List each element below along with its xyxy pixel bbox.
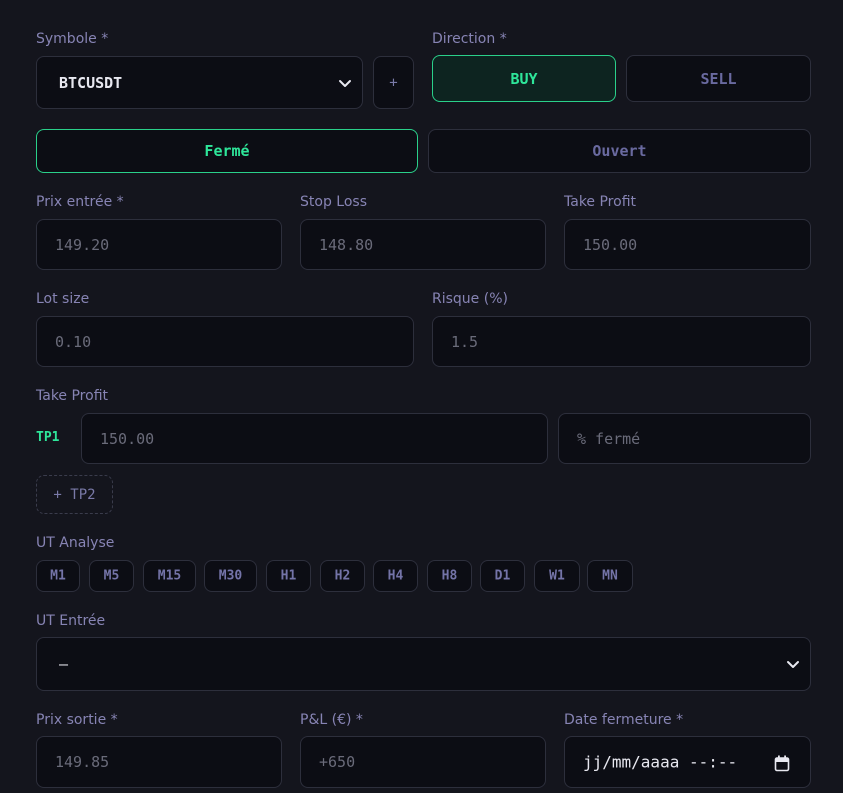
entry-price-input[interactable]: 149.20 [36, 219, 282, 270]
risk-input[interactable]: 1.5 [432, 316, 811, 367]
ut-option-label: D1 [494, 568, 511, 584]
ut-option-h4[interactable]: H4 [373, 560, 418, 592]
lot-size-input[interactable]: 0.10 [36, 316, 414, 367]
ut-option-label: H2 [334, 568, 351, 584]
ut-option-m15[interactable]: M15 [143, 560, 196, 592]
ut-option-label: H1 [280, 568, 297, 584]
ut-option-label: W1 [549, 568, 565, 584]
ut-option-label: M30 [218, 568, 243, 584]
calendar-icon[interactable] [774, 755, 790, 772]
buy-label: BUY [510, 69, 538, 88]
tp1-percent-placeholder: % fermé [577, 429, 641, 448]
take-profits-label: Take Profit [36, 388, 109, 404]
chevron-down-icon [787, 661, 799, 668]
ut-option-h2[interactable]: H2 [320, 560, 365, 592]
risk-value: 1.5 [451, 332, 479, 351]
take-profit-main-label: Take Profit [564, 194, 637, 210]
exit-price-input[interactable]: 149.85 [36, 736, 282, 788]
ut-option-d1[interactable]: D1 [480, 560, 525, 592]
ut-option-mn[interactable]: MN [587, 560, 633, 592]
ut-option-label: M15 [157, 568, 182, 584]
lot-size-value: 0.10 [55, 332, 92, 351]
ut-analysis-label: UT Analyse [36, 535, 115, 551]
stop-loss-label: Stop Loss [300, 194, 367, 210]
entry-price-label: Prix entrée * [36, 194, 124, 210]
sell-label: SELL [700, 69, 737, 88]
tp1-price-input[interactable]: 150.00 [81, 413, 548, 464]
ut-option-label: M1 [50, 568, 66, 584]
tp1-percent-input[interactable]: % fermé [558, 413, 811, 464]
stop-loss-input[interactable]: 148.80 [300, 219, 546, 270]
symbol-select[interactable]: BTCUSDT [36, 56, 363, 109]
pnl-value: +650 [319, 753, 356, 771]
ut-option-h1[interactable]: H1 [266, 560, 311, 592]
stop-loss-value: 148.80 [319, 235, 374, 254]
sell-button[interactable]: SELL [626, 55, 811, 102]
ut-option-label: MN [602, 568, 618, 584]
close-date-label: Date fermeture * [564, 712, 684, 728]
ut-option-label: H4 [387, 568, 404, 584]
pnl-label: P&L (€) * [300, 712, 363, 728]
add-tp-button[interactable]: + TP2 [36, 475, 113, 514]
ut-option-label: H8 [441, 568, 458, 584]
add-symbol-button[interactable]: + [373, 56, 414, 109]
ut-option-w1[interactable]: W1 [534, 560, 580, 592]
tp1-tag: TP1 [36, 430, 60, 445]
ut-option-label: M5 [103, 568, 120, 584]
ut-entry-label: UT Entrée [36, 613, 106, 629]
ut-entry-value: — [59, 655, 69, 673]
ut-option-m30[interactable]: M30 [204, 560, 257, 592]
direction-label: Direction * [432, 31, 507, 47]
add-tp-label: + TP2 [53, 486, 96, 503]
close-date-input[interactable]: jj/mm/aaaa --:-- [564, 736, 811, 788]
add-symbol-label: + [389, 74, 398, 91]
tp1-price-value: 150.00 [100, 429, 155, 448]
ut-option-m5[interactable]: M5 [89, 560, 134, 592]
ut-option-h8[interactable]: H8 [427, 560, 472, 592]
ut-option-m1[interactable]: M1 [36, 560, 80, 592]
close-date-value: jj/mm/aaaa --:-- [583, 752, 738, 772]
chevron-down-icon [339, 79, 351, 87]
take-profit-main-value: 150.00 [583, 235, 638, 254]
exit-price-label: Prix sortie * [36, 712, 118, 728]
ut-entry-select[interactable]: — [36, 637, 811, 691]
status-closed-label: Fermé [204, 142, 250, 160]
lot-size-label: Lot size [36, 291, 90, 307]
symbol-value: BTCUSDT [59, 73, 123, 92]
risk-label: Risque (%) [432, 291, 508, 307]
exit-price-value: 149.85 [55, 753, 110, 771]
status-closed-button[interactable]: Fermé [36, 129, 418, 173]
symbol-label: Symbole * [36, 31, 109, 47]
status-open-label: Ouvert [592, 142, 647, 160]
entry-price-value: 149.20 [55, 235, 110, 254]
buy-button[interactable]: BUY [432, 55, 616, 102]
pnl-input[interactable]: +650 [300, 736, 546, 788]
status-open-button[interactable]: Ouvert [428, 129, 811, 173]
take-profit-main-input[interactable]: 150.00 [564, 219, 811, 270]
